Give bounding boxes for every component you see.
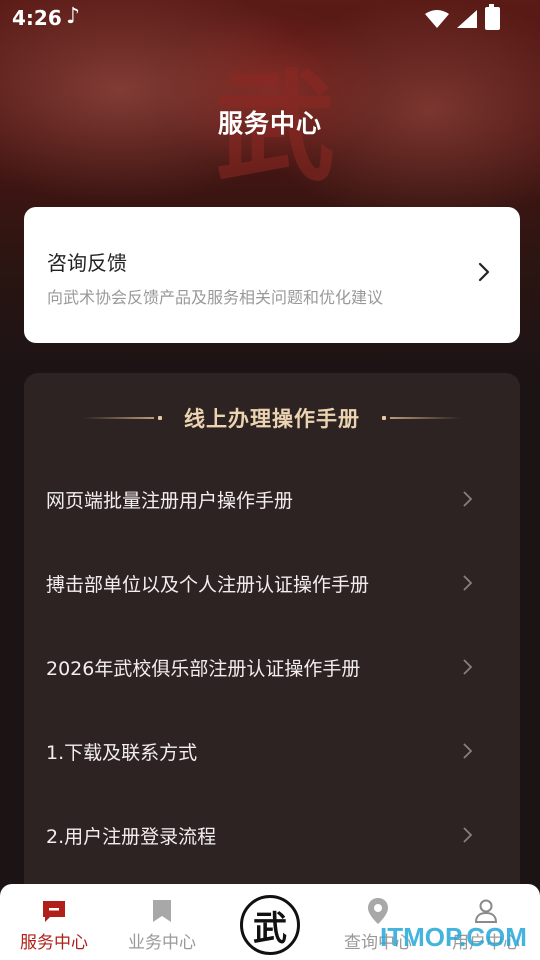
user-icon: [473, 898, 499, 924]
chevron-right-icon: [463, 659, 472, 675]
list-item[interactable]: 网页端批量注册用户操作手册: [24, 457, 520, 541]
list-item[interactable]: 2.用户注册登录流程: [24, 793, 520, 877]
tab-label: 业务中心: [128, 933, 196, 953]
chevron-right-icon: [463, 575, 472, 591]
section-header: 线上办理操作手册: [24, 403, 520, 433]
chevron-right-icon: [478, 262, 490, 282]
section-dot-left: [158, 416, 162, 420]
list-item-label: 搏击部单位以及个人注册认证操作手册: [46, 573, 370, 596]
battery-icon: [485, 4, 500, 30]
cell-signal-icon: [457, 9, 477, 28]
list-item-label: 2.用户注册登录流程: [46, 825, 217, 848]
logo-character: 武: [253, 908, 287, 949]
section-divider-right: [390, 417, 460, 419]
list-item-label: 网页端批量注册用户操作手册: [46, 489, 294, 512]
tab-service-center[interactable]: 服务中心: [0, 884, 108, 960]
page-title: 服务中心: [217, 109, 322, 138]
feedback-description: 向武术协会反馈产品及服务相关问题和优化建议: [47, 288, 384, 307]
feedback-card[interactable]: 咨询反馈 向武术协会反馈产品及服务相关问题和优化建议: [24, 207, 520, 343]
status-time: 4:26: [12, 6, 62, 30]
tab-business-center[interactable]: 业务中心: [108, 884, 216, 960]
center-logo-button[interactable]: 武: [240, 895, 300, 955]
section-divider-left: [84, 417, 154, 419]
list-item[interactable]: 1.下载及联系方式: [24, 709, 520, 793]
list-item-label: 1.下载及联系方式: [46, 741, 198, 764]
manual-list: 网页端批量注册用户操作手册 搏击部单位以及个人注册认证操作手册 2026年武校俱…: [24, 457, 520, 877]
location-pin-icon: [365, 898, 391, 924]
tab-label: 服务中心: [20, 933, 88, 953]
feedback-title: 咨询反馈: [47, 251, 127, 275]
chevron-right-icon: [463, 491, 472, 507]
status-icons: [425, 4, 500, 30]
wifi-icon: [425, 9, 449, 28]
chevron-right-icon: [463, 743, 472, 759]
list-item-label: 2026年武校俱乐部注册认证操作手册: [46, 657, 361, 680]
list-item[interactable]: 2026年武校俱乐部注册认证操作手册: [24, 625, 520, 709]
section-title: 线上办理操作手册: [184, 407, 360, 431]
bookmark-icon: [149, 898, 175, 924]
section-dot-right: [382, 416, 386, 420]
status-bar: 4:26 ♪: [0, 0, 540, 36]
message-icon: [41, 898, 67, 924]
chevron-right-icon: [463, 827, 472, 843]
music-note-icon: ♪: [66, 4, 81, 29]
watermark: ITMOP.COM: [380, 922, 527, 952]
manual-panel: 线上办理操作手册 网页端批量注册用户操作手册 搏击部单位以及个人注册认证操作手册…: [24, 373, 520, 933]
list-item[interactable]: 搏击部单位以及个人注册认证操作手册: [24, 541, 520, 625]
